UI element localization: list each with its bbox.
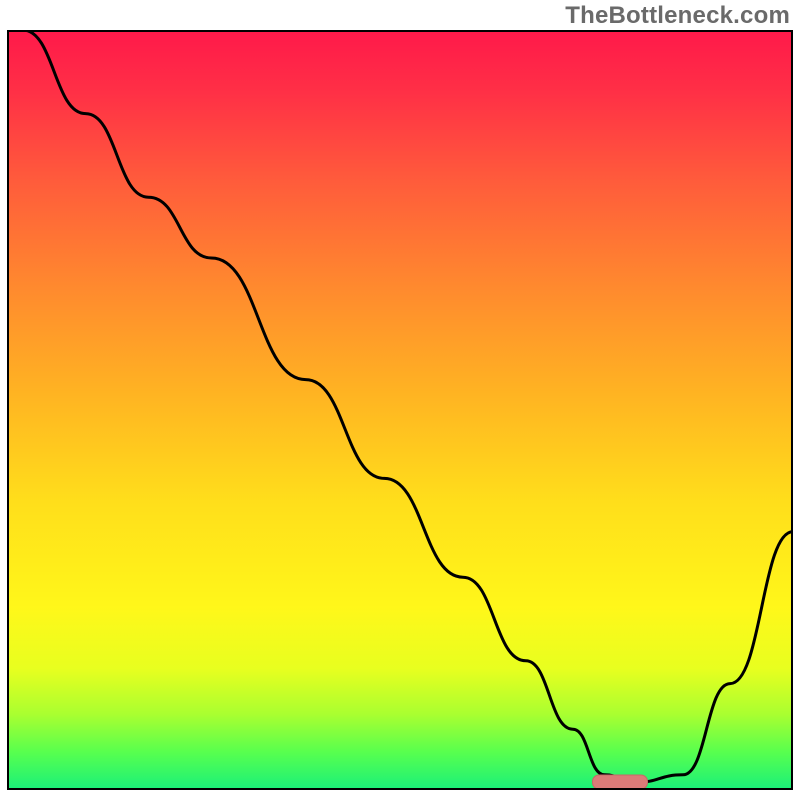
optimum-marker: [592, 775, 648, 790]
watermark-label: TheBottleneck.com: [565, 2, 790, 30]
chart-container: TheBottleneck.com: [0, 0, 800, 800]
curve-path: [23, 30, 793, 782]
plot-area: [7, 30, 793, 790]
curve-line: [7, 30, 793, 790]
